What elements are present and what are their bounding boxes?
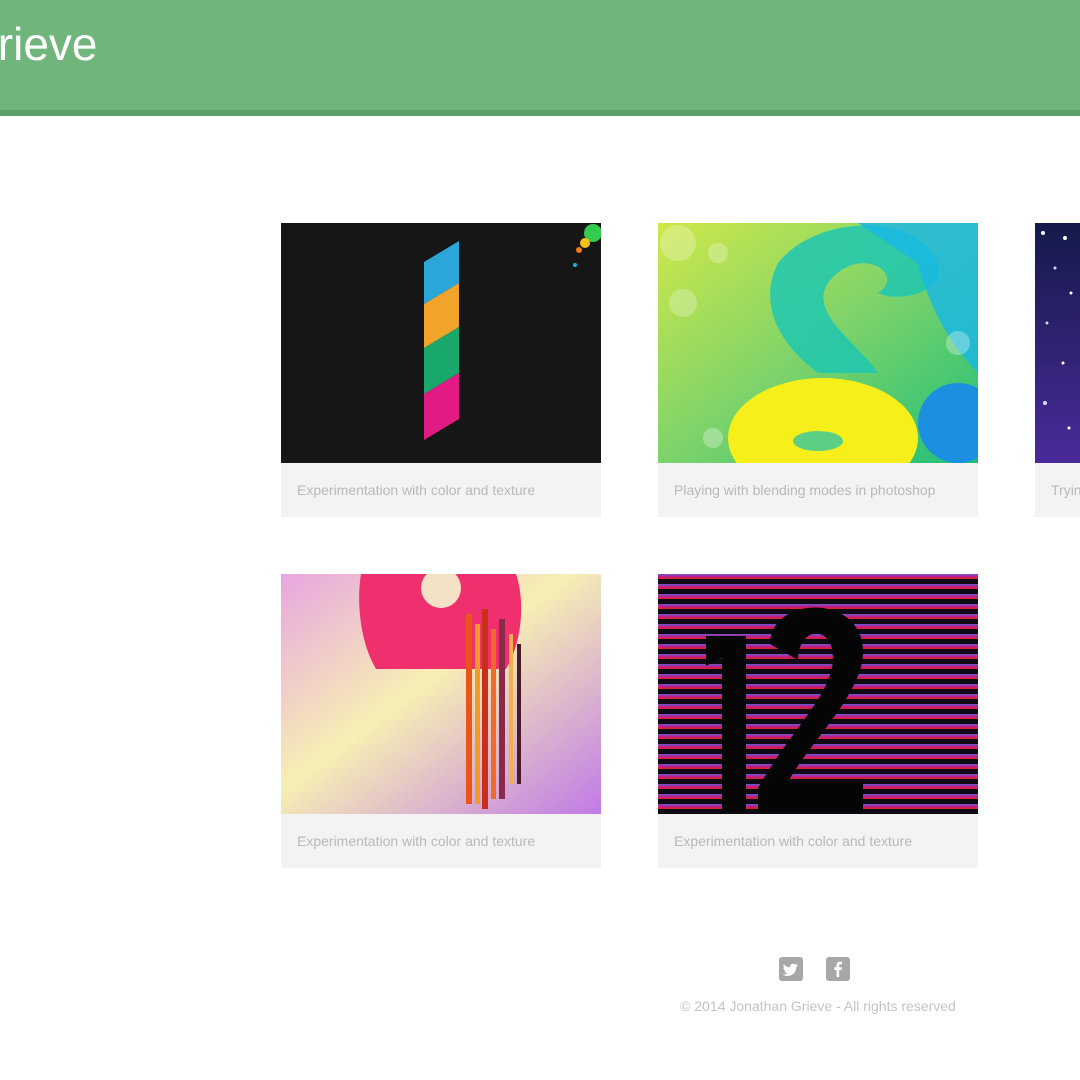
stripes-twelve-artwork [658, 574, 978, 814]
portfolio-thumbnail-link[interactable] [281, 223, 601, 463]
card-caption: Experimentation with color and texture [281, 814, 601, 868]
portfolio-card[interactable]: Experimentation with color and texture [281, 223, 601, 517]
portfolio-thumbnail-link[interactable] [281, 574, 601, 814]
portfolio-thumbnail-link[interactable] [658, 223, 978, 463]
site-title-link[interactable]: Grieve [0, 18, 97, 70]
portfolio-thumbnail-link[interactable] [1035, 223, 1080, 463]
portfolio-card[interactable]: Playing with blending modes in photoshop [658, 223, 978, 517]
social-links [779, 957, 851, 981]
portfolio-card[interactable]: Experimentation with color and texture [281, 574, 601, 868]
portfolio-card[interactable]: Experimentation with color and texture [658, 574, 978, 868]
portfolio-card[interactable]: Tryin [1035, 223, 1080, 517]
card-caption: Experimentation with color and texture [281, 463, 601, 517]
card-caption: Playing with blending modes in photoshop [658, 463, 978, 517]
starfield-artwork [1035, 223, 1080, 463]
card-caption: Tryin [1035, 463, 1080, 517]
copyright-text: © 2014 Jonathan Grieve - All rights rese… [680, 998, 956, 1014]
blend-eight-artwork [658, 223, 978, 463]
site-header: Grieve [0, 0, 1080, 116]
striped-one-artwork [281, 223, 601, 463]
portfolio-thumbnail-link[interactable] [658, 574, 978, 814]
drip-nine-artwork [281, 574, 601, 814]
twitter-icon[interactable] [779, 957, 803, 981]
facebook-icon[interactable] [826, 957, 850, 981]
card-caption: Experimentation with color and texture [658, 814, 978, 868]
